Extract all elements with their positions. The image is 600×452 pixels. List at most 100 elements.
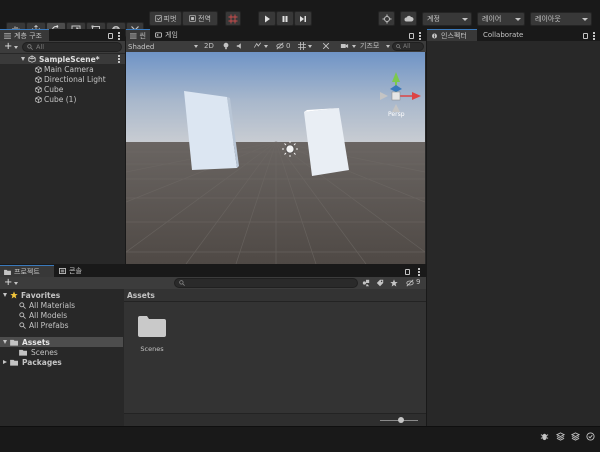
layout-dropdown[interactable]: 레이아웃 bbox=[530, 12, 592, 26]
gameobject-icon bbox=[35, 65, 42, 73]
cloud-button[interactable] bbox=[400, 11, 417, 26]
label-tag-icon[interactable] bbox=[376, 279, 384, 287]
more-options-icon[interactable] bbox=[418, 268, 420, 276]
global-icon bbox=[189, 15, 196, 22]
scene-toolbar: Shaded 2D 0 기즈모 All bbox=[126, 41, 426, 52]
layout-label: 레이아웃 bbox=[535, 15, 561, 23]
account-dropdown[interactable]: 계정 bbox=[422, 12, 472, 26]
collab-button[interactable] bbox=[378, 11, 395, 26]
create-button[interactable]: + bbox=[4, 277, 12, 288]
collapsed-arrow-icon[interactable] bbox=[3, 360, 7, 364]
hierarchy-item[interactable]: Cube bbox=[35, 84, 63, 94]
pause-button[interactable] bbox=[276, 11, 294, 26]
folder-icon bbox=[10, 359, 18, 366]
lock-icon[interactable] bbox=[583, 33, 588, 39]
favorite-item[interactable]: All Materials bbox=[19, 300, 75, 310]
expand-arrow-icon[interactable] bbox=[21, 57, 25, 61]
chevron-down-icon[interactable] bbox=[264, 45, 268, 48]
shading-mode-dropdown[interactable]: Shaded bbox=[128, 42, 198, 51]
icon-size-slider[interactable] bbox=[380, 417, 418, 423]
camera-icon[interactable] bbox=[340, 42, 349, 50]
hierarchy-item-label: Directional Light bbox=[44, 74, 106, 84]
hidden-objects-icon[interactable] bbox=[276, 42, 284, 50]
status-bar bbox=[0, 426, 600, 452]
folder-icon bbox=[19, 349, 27, 356]
grid-icon[interactable] bbox=[298, 42, 306, 50]
unity-scene-icon bbox=[28, 55, 36, 63]
tab-inspector[interactable]: 인스펙터 bbox=[427, 29, 477, 41]
hierarchy-item[interactable]: Main Camera bbox=[35, 64, 94, 74]
scene-icon bbox=[130, 33, 137, 38]
hierarchy-item[interactable]: Directional Light bbox=[35, 74, 106, 84]
tools-icon[interactable] bbox=[322, 42, 330, 50]
expand-arrow-icon[interactable] bbox=[3, 340, 7, 344]
progress-icon[interactable] bbox=[571, 432, 580, 441]
checkmark-circle-icon[interactable] bbox=[586, 432, 595, 441]
scene-tabbar: 씬 게임 bbox=[126, 29, 426, 41]
hierarchy-search-input[interactable]: All bbox=[22, 42, 122, 52]
project-panel: 프로젝트 콘솔 + 9 Favorites All Materials All … bbox=[0, 265, 426, 426]
pivot-toggle[interactable]: 피벗 bbox=[149, 11, 182, 26]
lighting-icon[interactable] bbox=[222, 42, 230, 50]
expand-arrow-icon[interactable] bbox=[3, 293, 7, 297]
tab-collaborate[interactable]: Collaborate bbox=[479, 29, 531, 41]
hidden-packages-icon[interactable] bbox=[406, 279, 414, 287]
star-icon[interactable] bbox=[390, 279, 398, 287]
scene-more-icon[interactable] bbox=[118, 55, 120, 63]
effects-icon[interactable] bbox=[253, 42, 262, 50]
hierarchy-item[interactable]: Cube (1) bbox=[35, 94, 76, 104]
more-options-icon[interactable] bbox=[419, 32, 421, 40]
chevron-down-icon[interactable] bbox=[14, 282, 18, 285]
lock-icon[interactable] bbox=[409, 33, 414, 39]
grid-snap-icon bbox=[228, 14, 238, 23]
search-by-type-icon[interactable] bbox=[362, 279, 370, 287]
scene-root-item[interactable]: SampleScene* bbox=[0, 54, 125, 64]
audio-icon[interactable] bbox=[236, 42, 244, 50]
more-options-icon[interactable] bbox=[593, 32, 595, 40]
folder-icon bbox=[138, 316, 166, 337]
favorites-section[interactable]: Favorites bbox=[3, 290, 60, 300]
chevron-down-icon[interactable] bbox=[308, 45, 312, 48]
tab-hierarchy[interactable]: 계층 구조 bbox=[0, 29, 49, 41]
gizmos-dropdown[interactable]: 기즈모 bbox=[360, 41, 390, 51]
favorite-item[interactable]: All Prefabs bbox=[19, 320, 69, 330]
add-button[interactable]: + bbox=[4, 41, 12, 52]
tab-scene[interactable]: 씬 bbox=[126, 29, 150, 41]
pivot-icon bbox=[154, 15, 162, 22]
mode-2d-toggle[interactable]: 2D bbox=[204, 42, 214, 50]
chevron-down-icon[interactable] bbox=[352, 45, 356, 48]
lock-icon[interactable] bbox=[108, 33, 113, 39]
step-button[interactable] bbox=[294, 11, 312, 26]
chevron-down-icon[interactable] bbox=[14, 46, 18, 49]
play-icon bbox=[265, 15, 270, 22]
tab-game-label: 게임 bbox=[165, 31, 178, 39]
global-toggle[interactable]: 전역 bbox=[182, 11, 218, 26]
tab-collaborate-label: Collaborate bbox=[483, 31, 524, 39]
stack-icon[interactable] bbox=[556, 432, 565, 441]
tab-console[interactable]: 콘솔 bbox=[55, 265, 89, 277]
search-icon bbox=[19, 321, 26, 329]
packages-folder-label: Packages bbox=[22, 357, 62, 367]
grid-snap-button[interactable] bbox=[225, 11, 241, 26]
shading-mode-label: Shaded bbox=[128, 42, 155, 51]
tab-game[interactable]: 게임 bbox=[151, 29, 187, 41]
assets-subfolder-item[interactable]: Scenes bbox=[19, 347, 58, 357]
favorite-item[interactable]: All Models bbox=[19, 310, 67, 320]
bug-icon[interactable] bbox=[540, 432, 549, 441]
tab-project[interactable]: 프로젝트 bbox=[0, 265, 54, 277]
breadcrumb-assets[interactable]: Assets bbox=[127, 291, 155, 300]
scene-search-input[interactable]: All bbox=[392, 42, 424, 51]
scene-search-placeholder: All bbox=[403, 43, 411, 50]
slider-handle[interactable] bbox=[398, 417, 404, 423]
more-options-icon[interactable] bbox=[118, 32, 120, 40]
scene-viewport[interactable]: Persp bbox=[126, 52, 425, 264]
asset-item[interactable]: Scenes bbox=[136, 314, 168, 359]
transform-tools bbox=[6, 11, 144, 37]
lock-icon[interactable] bbox=[405, 269, 410, 275]
project-search-input[interactable] bbox=[174, 278, 358, 288]
layers-dropdown[interactable]: 레이어 bbox=[477, 12, 525, 26]
gameobject-icon bbox=[35, 85, 42, 93]
assets-folder-item[interactable]: Assets bbox=[0, 337, 123, 347]
play-button[interactable] bbox=[258, 11, 276, 26]
packages-folder-item[interactable]: Packages bbox=[3, 357, 62, 367]
